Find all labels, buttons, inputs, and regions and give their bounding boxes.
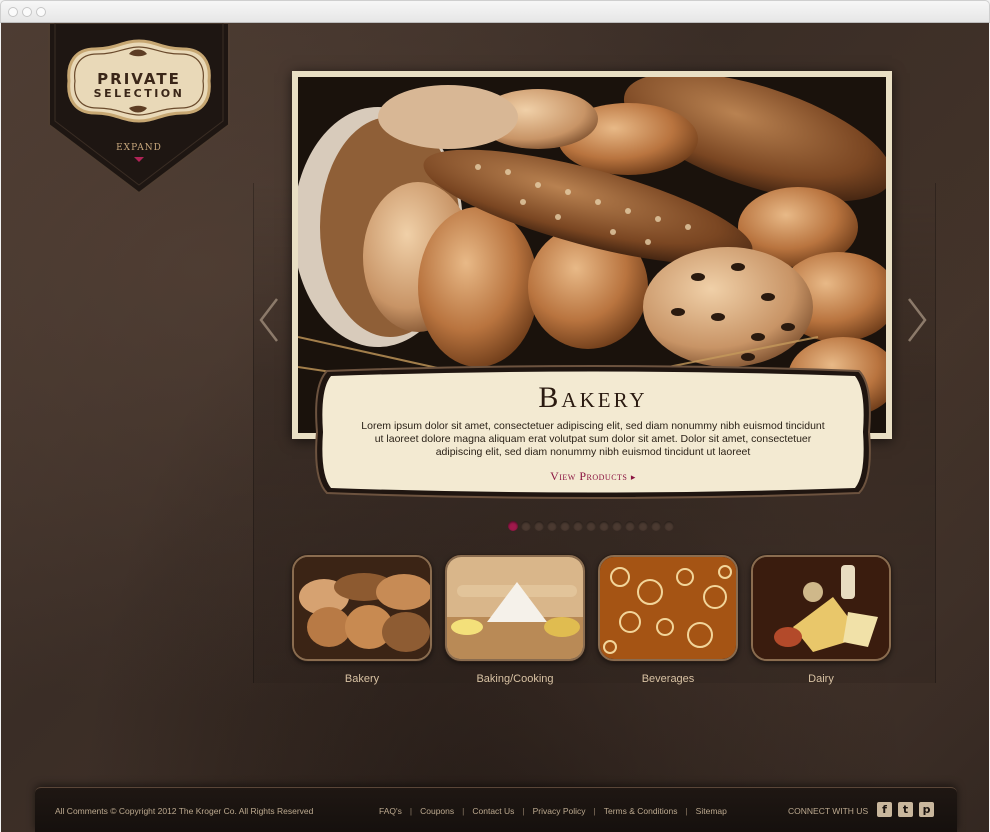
pager-dot[interactable] — [664, 521, 674, 531]
pager-dot[interactable] — [521, 521, 531, 531]
flour-thumbnail-icon — [447, 557, 583, 659]
pager-dot[interactable] — [638, 521, 648, 531]
prev-slide-button[interactable] — [257, 295, 281, 345]
chevron-right-icon — [908, 298, 927, 342]
window-close-icon[interactable] — [8, 7, 18, 17]
pager-dot[interactable] — [508, 521, 518, 531]
pager-dot[interactable] — [612, 521, 622, 531]
pager-dot[interactable] — [586, 521, 596, 531]
logo-line2: SELECTION — [93, 87, 185, 100]
browser-title-bar — [0, 0, 990, 23]
category-label: Baking/Cooking — [476, 673, 554, 685]
pinterest-icon[interactable]: p — [919, 802, 934, 817]
slide-title: Bakery — [538, 381, 648, 414]
footer-separator: | — [462, 806, 465, 816]
category-beverages[interactable]: Beverages — [598, 555, 738, 690]
footer-separator: | — [685, 806, 688, 816]
category-label: Beverages — [641, 673, 695, 685]
copyright-text: All Comments © Copyright 2012 The Kroger… — [55, 806, 314, 816]
footer-separator: | — [409, 806, 413, 816]
link-arrow-icon: ▸ — [630, 472, 636, 482]
logo-banner-shape — [48, 23, 230, 195]
category-thumbnail — [598, 555, 738, 661]
window-minimize-icon[interactable] — [22, 7, 32, 17]
category-bakery[interactable]: Bakery — [292, 555, 432, 690]
pager-dot[interactable] — [625, 521, 635, 531]
footer-separator: | — [522, 806, 525, 816]
pager-dot[interactable] — [573, 521, 583, 531]
view-products-label: View Products — [550, 469, 628, 483]
pager-dot[interactable] — [560, 521, 570, 531]
footer-link[interactable]: Contact Us — [472, 806, 514, 816]
bubbles-thumbnail-icon — [600, 557, 736, 659]
window-zoom-icon[interactable] — [36, 7, 46, 17]
footer: All Comments © Copyright 2012 The Kroger… — [35, 787, 957, 832]
view-products-link[interactable]: View Products ▸ — [313, 469, 873, 484]
expand-arrow-icon[interactable] — [134, 157, 144, 162]
caption-card: Bakery Lorem ipsum dolor sit amet, conse… — [313, 365, 873, 500]
footer-link[interactable]: FAQ's — [379, 806, 402, 816]
footer-link[interactable]: Privacy Policy — [533, 806, 586, 816]
category-label: Dairy — [808, 673, 834, 685]
footer-link[interactable]: Sitemap — [696, 806, 727, 816]
slide-description: Lorem ipsum dolor sit amet, consectetuer… — [361, 420, 825, 458]
chevron-left-icon — [259, 298, 278, 342]
page-viewport: PRIVATE SELECTION EXPAND Bakery Lorem ip… — [1, 23, 989, 832]
pager-dot[interactable] — [547, 521, 557, 531]
bread-thumbnail-icon — [294, 557, 430, 659]
next-slide-button[interactable] — [905, 295, 929, 345]
category-baking-cooking[interactable]: Baking/Cooking — [445, 555, 585, 690]
pager-dot[interactable] — [651, 521, 661, 531]
expand-button[interactable]: EXPAND — [45, 143, 233, 153]
footer-link[interactable]: Terms & Conditions — [604, 806, 678, 816]
footer-link[interactable]: Coupons — [420, 806, 454, 816]
twitter-icon[interactable]: t — [898, 802, 913, 817]
facebook-icon[interactable]: f — [877, 802, 892, 817]
logo-badge[interactable]: PRIVATE SELECTION EXPAND — [45, 23, 233, 195]
slide-pager — [508, 521, 674, 531]
category-thumbnail — [445, 555, 585, 661]
logo-line1: PRIVATE — [97, 70, 181, 88]
cheese-thumbnail-icon — [753, 557, 889, 659]
category-thumbnail — [292, 555, 432, 661]
pager-dot[interactable] — [599, 521, 609, 531]
footer-nav: FAQ's | Coupons | Contact Us | Privacy Policy |… — [379, 806, 727, 816]
category-label: Bakery — [344, 673, 380, 685]
connect-label: CONNECT WITH US — [788, 806, 869, 816]
category-dairy[interactable]: Dairy — [751, 555, 891, 690]
footer-separator: | — [593, 806, 596, 816]
pager-dot[interactable] — [534, 521, 544, 531]
category-thumbnail — [751, 555, 891, 661]
